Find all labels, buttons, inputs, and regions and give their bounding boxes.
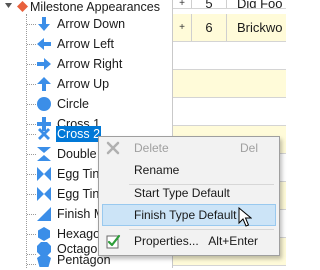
- arrow-up-icon: [37, 77, 51, 91]
- tree-item-label: Arrow Up: [57, 77, 110, 91]
- menu-item-shortcut: Del: [239, 141, 258, 155]
- menu-item-label: Delete: [134, 141, 169, 155]
- tree-item-label: Arrow Right: [57, 57, 123, 71]
- tree-root-label: Milestone Appearances: [30, 0, 160, 14]
- table-row[interactable]: [173, 98, 286, 126]
- arrow-down-icon: [38, 17, 50, 31]
- context-menu: Delete Del Rename Start Type Default Fin…: [98, 136, 280, 256]
- menu-item-start-type-default[interactable]: Start Type Default: [102, 182, 276, 204]
- arrow-right-icon: [37, 58, 51, 70]
- row-number: 6: [192, 14, 227, 41]
- tree-item-label: Double: [57, 147, 97, 161]
- table-row[interactable]: [173, 70, 286, 98]
- tree-item-arrow-up[interactable]: Arrow Up: [36, 74, 110, 94]
- menu-item-label: Rename: [134, 163, 180, 177]
- double-triangle-icon: [37, 147, 51, 161]
- delete-x-icon: [106, 141, 120, 155]
- menu-item-rename[interactable]: Rename: [102, 159, 276, 181]
- properties-check-icon: [106, 234, 121, 249]
- menu-item-shortcut: Alt+Enter: [208, 234, 258, 248]
- table-row[interactable]: [173, 42, 286, 70]
- pentagon-icon: [37, 253, 51, 267]
- cross-2-icon: [38, 128, 50, 140]
- row-expand-button[interactable]: +: [173, 0, 192, 9]
- row-expand-button[interactable]: +: [173, 14, 192, 41]
- tree-item-label: Cross 2: [56, 126, 102, 142]
- tree-item-cross-2[interactable]: Cross 2: [36, 124, 102, 144]
- tree-item-label: Egg Tin: [57, 167, 100, 181]
- tree-item-arrow-left[interactable]: Arrow Left: [36, 34, 115, 54]
- table-row[interactable]: + 6 Brickwo: [173, 14, 286, 42]
- menu-item-label: Properties...: [134, 234, 199, 248]
- tree-item-circle[interactable]: Circle: [36, 94, 90, 114]
- collapse-toggle-icon[interactable]: [4, 2, 13, 11]
- egg-timer-icon: [37, 167, 51, 181]
- menu-item-label: Finish Type Default: [134, 208, 237, 222]
- menu-item-label: Start Type Default: [134, 186, 230, 200]
- task-name-cell[interactable]: Dig Foo: [237, 0, 292, 8]
- tree-item-arrow-right[interactable]: Arrow Right: [36, 54, 123, 74]
- row-number: 5: [192, 0, 227, 11]
- circle-icon: [37, 97, 51, 111]
- tree-item-arrow-down[interactable]: Arrow Down: [36, 14, 126, 34]
- egg-timer-icon: [37, 187, 51, 201]
- tree-item-label: Circle: [57, 97, 89, 111]
- tree-item-egg-timer-2[interactable]: Egg Tin: [36, 184, 100, 204]
- tree-guide-line: [26, 14, 27, 268]
- tree-item-finish-milestone[interactable]: Finish M: [36, 204, 105, 224]
- finish-milestone-icon: [37, 207, 51, 221]
- table-row[interactable]: + 5 Dig Foo: [173, 0, 286, 11]
- arrow-left-icon: [37, 38, 51, 50]
- tree-item-double[interactable]: Double: [36, 144, 98, 164]
- menu-item-delete[interactable]: Delete Del: [102, 137, 276, 159]
- menu-item-properties[interactable]: Properties... Alt+Enter: [102, 230, 276, 252]
- task-name-cell[interactable]: Brickwo: [237, 14, 292, 41]
- mouse-pointer-icon: [238, 207, 252, 227]
- tree-item-egg-timer-1[interactable]: Egg Tin: [36, 164, 100, 184]
- tree-item-label: Arrow Down: [57, 17, 126, 31]
- tree-item-label: Egg Tin: [57, 187, 100, 201]
- diamond-icon: [17, 1, 28, 12]
- tree-item-label: Arrow Left: [57, 37, 114, 51]
